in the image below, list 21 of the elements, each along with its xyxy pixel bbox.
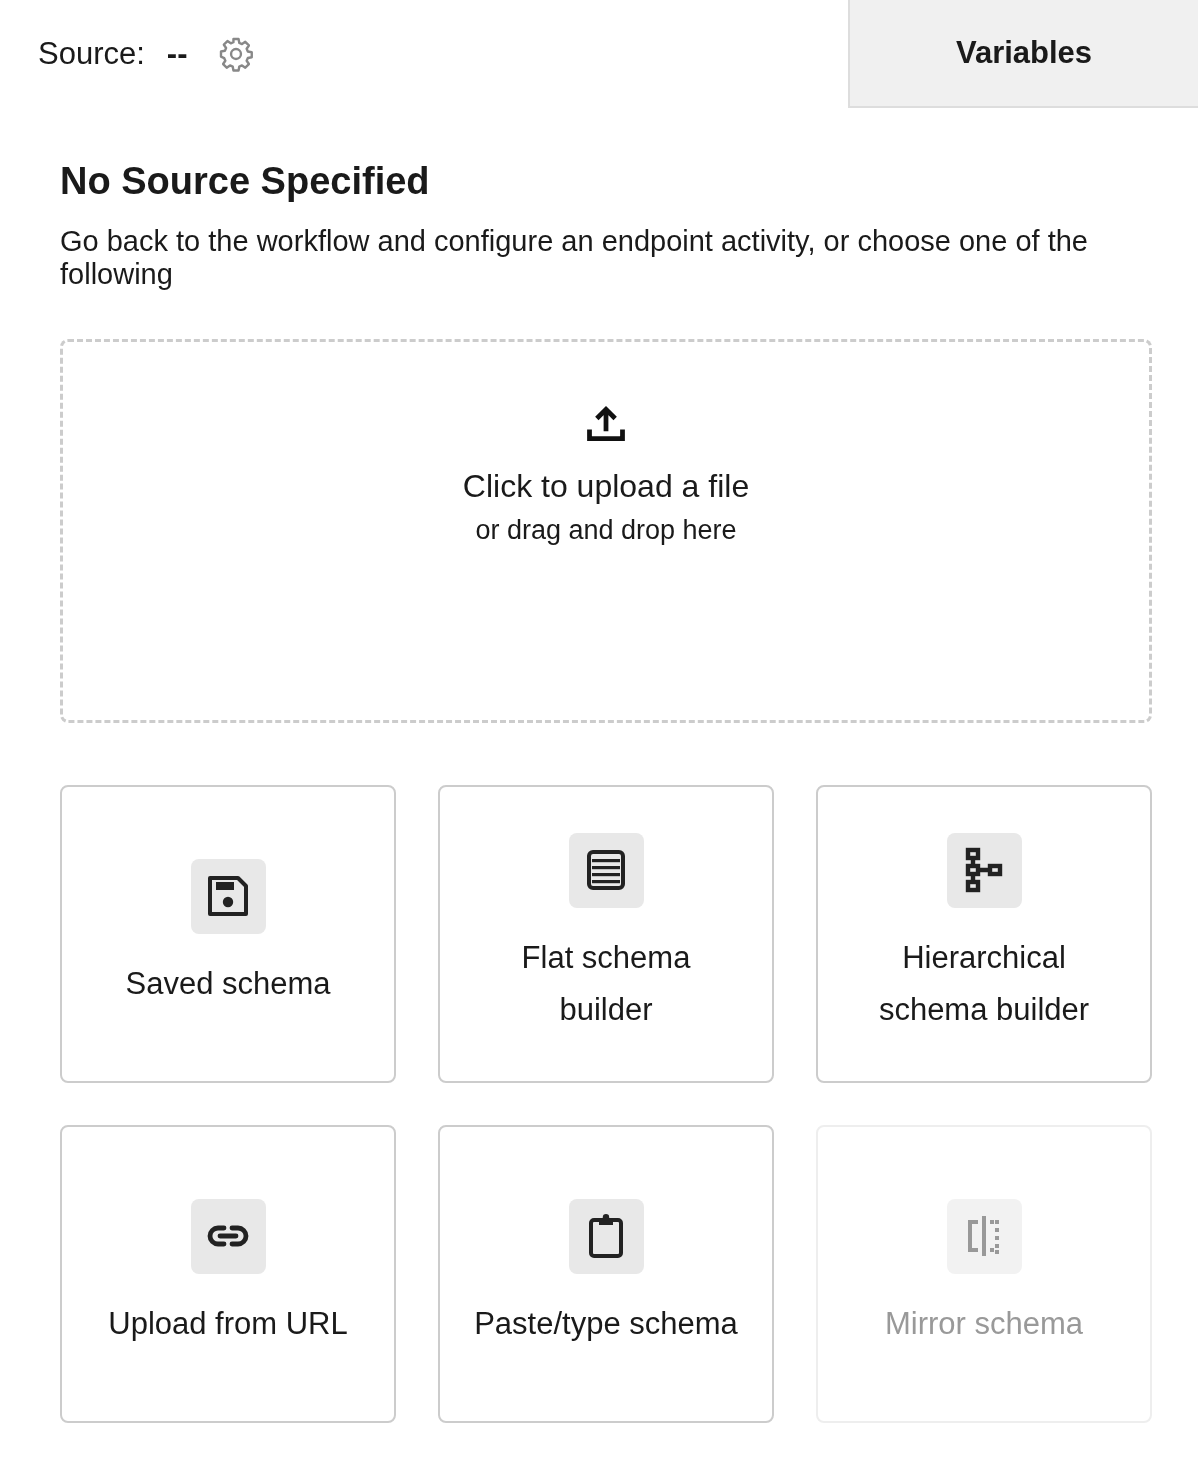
option-card[interactable]: Hierarchical schema builder	[816, 785, 1152, 1083]
upload-subtitle: or drag and drop here	[475, 515, 737, 546]
option-label: Mirror schema	[884, 1304, 1084, 1343]
option-card[interactable]: Paste/type schema	[438, 1125, 774, 1423]
upload-title: Click to upload a file	[462, 468, 750, 505]
variables-tab[interactable]: Variables	[848, 0, 1198, 108]
option-label: Paste/type schema	[474, 1304, 738, 1343]
settings-icon	[217, 36, 254, 72]
settings-button[interactable]	[217, 36, 254, 72]
source-label: Source:	[38, 36, 145, 72]
option-card[interactable]: Saved schema	[60, 785, 396, 1083]
option-card[interactable]: Upload from URL	[60, 1125, 396, 1423]
option-card[interactable]: Flat schema builder	[438, 785, 774, 1083]
option-label: Hierarchical schema builder	[877, 938, 1091, 1029]
description-text: Go back to the workflow and configure an endpoint activity, or choose one of the following	[60, 225, 1089, 291]
option-label: Saved schema	[125, 964, 331, 1003]
option-label: Upload from URL	[108, 1304, 348, 1343]
page-title: No Source Specified	[60, 160, 431, 203]
source-value: --	[166, 36, 188, 72]
option-label: Flat schema builder	[520, 938, 692, 1029]
upload-dropzone[interactable]: Click to upload a file or drag and drop here	[60, 339, 1152, 723]
